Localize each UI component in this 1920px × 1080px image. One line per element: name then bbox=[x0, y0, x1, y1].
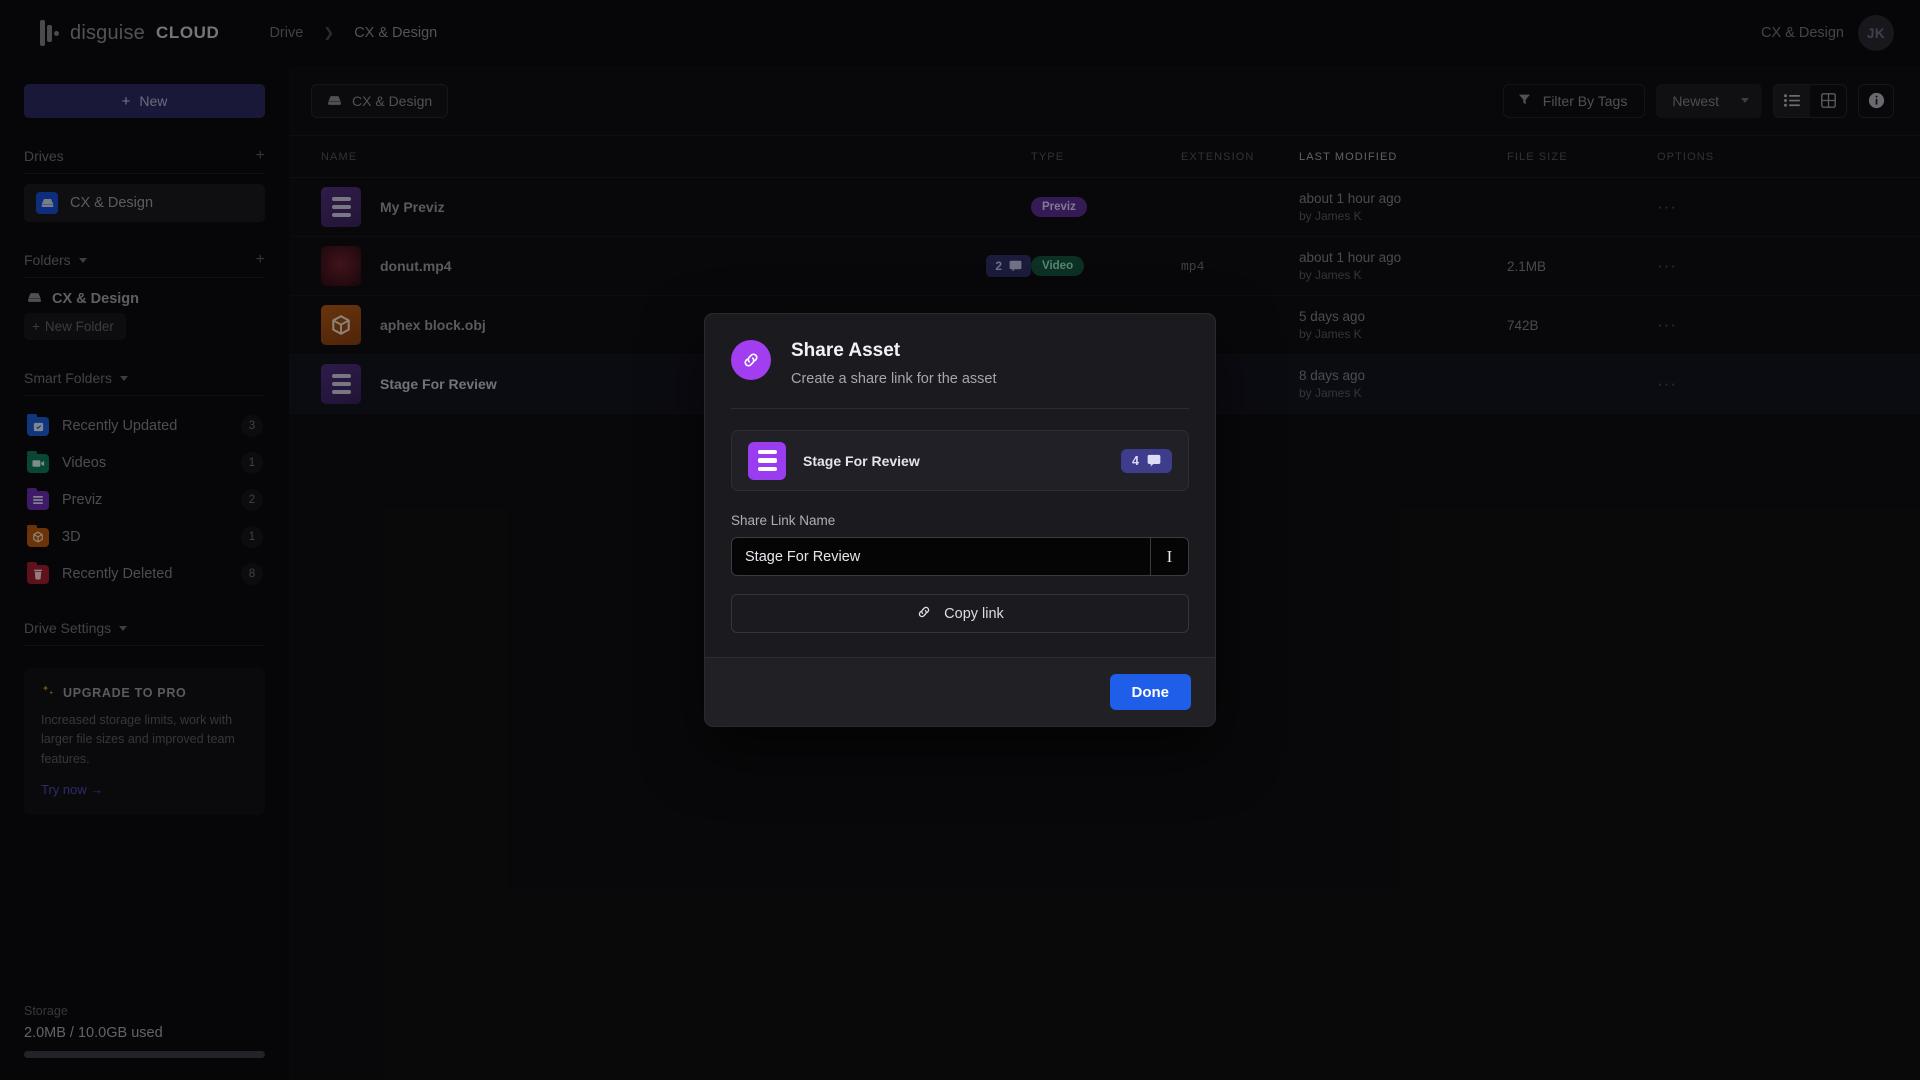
modal-title: Share Asset bbox=[791, 340, 901, 361]
modal-header-text: Share Asset Create a share link for the … bbox=[791, 340, 997, 387]
comment-count: 4 bbox=[1132, 453, 1139, 468]
text-cursor: I bbox=[1150, 538, 1188, 575]
asset-card: Stage For Review 4 bbox=[731, 430, 1189, 491]
copy-link-label: Copy link bbox=[944, 605, 1004, 622]
modal-footer: Done bbox=[705, 657, 1215, 726]
copy-link-button[interactable]: Copy link bbox=[731, 594, 1189, 633]
i-beam-icon: I bbox=[1166, 546, 1173, 566]
app-root: disguise CLOUD Drive ❯ CX & Design CX & … bbox=[0, 0, 1920, 1080]
share-asset-dialog: Share Asset Create a share link for the … bbox=[704, 313, 1216, 727]
link-icon bbox=[731, 340, 771, 380]
asset-name: Stage For Review bbox=[803, 452, 920, 469]
modal-header: Share Asset Create a share link for the … bbox=[731, 340, 1189, 387]
asset-comment-badge[interactable]: 4 bbox=[1121, 448, 1172, 473]
share-link-name-label: Share Link Name bbox=[731, 513, 836, 528]
modal-subtitle: Create a share link for the asset bbox=[791, 371, 997, 387]
done-button[interactable]: Done bbox=[1109, 674, 1191, 710]
share-link-name-field[interactable]: I bbox=[731, 537, 1189, 576]
share-link-name-input[interactable] bbox=[732, 538, 1150, 575]
modal-body: Share Asset Create a share link for the … bbox=[705, 314, 1215, 657]
comment-icon bbox=[1147, 454, 1161, 467]
divider bbox=[731, 408, 1189, 409]
previz-asset-icon bbox=[748, 441, 786, 480]
link-icon bbox=[916, 604, 932, 624]
